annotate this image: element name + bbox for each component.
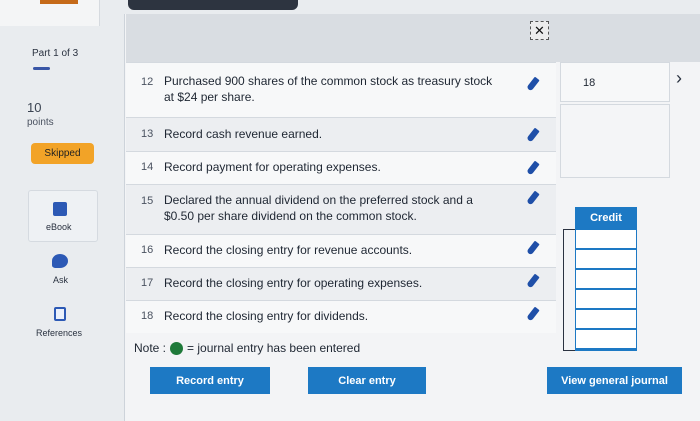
credit-column	[575, 229, 637, 351]
legend-note: Note : = journal entry has been entered	[134, 341, 360, 355]
references-icon[interactable]	[54, 307, 66, 321]
view-general-journal-button[interactable]: View general journal	[547, 367, 682, 394]
entered-dot-icon	[170, 341, 184, 355]
list-item[interactable]: 17 Record the closing entry for operatin…	[126, 267, 556, 300]
edit-pencil-icon[interactable]	[526, 273, 540, 289]
credit-input[interactable]	[576, 330, 636, 350]
edit-pencil-icon[interactable]	[526, 76, 540, 92]
ebook-card[interactable]	[28, 190, 98, 242]
entry-text: Record the closing entry for operating e…	[164, 276, 423, 290]
ask-label[interactable]: Ask	[53, 275, 68, 285]
progress-accent	[40, 0, 78, 4]
ebook-label: eBook	[46, 222, 72, 232]
entry-text: Record the closing entry for dividends.	[164, 309, 369, 323]
record-entry-button[interactable]: Record entry	[150, 367, 270, 394]
credit-input[interactable]	[576, 310, 636, 330]
entry-text: Purchased 900 shares of the common stock…	[164, 74, 493, 104]
credit-input[interactable]	[576, 270, 636, 290]
references-label[interactable]: References	[36, 328, 82, 338]
book-icon	[53, 202, 67, 216]
list-item[interactable]: 12 Purchased 900 shares of the common st…	[126, 62, 556, 117]
note-suffix: = journal entry has been entered	[187, 341, 361, 355]
part-progress-bar	[33, 67, 50, 70]
list-item[interactable]: 15 Declared the annual dividend on the p…	[126, 184, 556, 234]
list-item[interactable]: 14 Record payment for operating expenses…	[126, 151, 556, 184]
status-badge: Skipped	[31, 143, 94, 164]
edit-pencil-icon[interactable]	[526, 160, 540, 176]
edit-pencil-icon[interactable]	[526, 240, 540, 256]
debit-column-edge	[563, 229, 575, 351]
entry-number-box: 18	[560, 62, 670, 102]
current-entry-number: 18	[583, 77, 596, 89]
part-label: Part 1 of 3	[32, 48, 79, 59]
entry-text: Declared the annual dividend on the pref…	[164, 193, 473, 223]
panel-header	[126, 14, 700, 62]
credit-header: Credit	[575, 207, 637, 229]
credit-input[interactable]	[576, 230, 636, 250]
list-item[interactable]: 16 Record the closing entry for revenue …	[126, 234, 556, 267]
edit-pencil-icon[interactable]	[526, 190, 540, 206]
entry-number: 15	[141, 195, 154, 207]
entry-text: Record payment for operating expenses.	[164, 160, 381, 174]
entry-number: 16	[141, 244, 154, 256]
entry-number: 14	[141, 161, 154, 173]
close-icon[interactable]: ✕	[530, 21, 549, 40]
edit-pencil-icon[interactable]	[526, 127, 540, 143]
list-item[interactable]: 13 Record cash revenue earned.	[126, 117, 556, 151]
edit-pencil-icon[interactable]	[526, 306, 540, 322]
credit-input[interactable]	[576, 250, 636, 270]
entry-number: 18	[141, 310, 154, 322]
entry-number: 12	[141, 76, 154, 88]
entry-number: 13	[141, 128, 154, 140]
note-prefix: Note :	[134, 341, 167, 355]
chevron-right-icon[interactable]: ›	[676, 68, 682, 89]
list-item[interactable]: 18 Record the closing entry for dividend…	[126, 300, 556, 333]
entry-number: 17	[141, 277, 154, 289]
description-box	[560, 104, 670, 178]
entry-text: Record cash revenue earned.	[164, 127, 323, 141]
clear-entry-button[interactable]: Clear entry	[308, 367, 426, 394]
credit-input[interactable]	[576, 290, 636, 310]
chat-icon[interactable]	[52, 254, 68, 268]
entry-text: Record the closing entry for revenue acc…	[164, 243, 413, 257]
top-tab	[128, 0, 298, 10]
points-label: points	[27, 117, 54, 128]
points-value: 10	[27, 100, 42, 115]
